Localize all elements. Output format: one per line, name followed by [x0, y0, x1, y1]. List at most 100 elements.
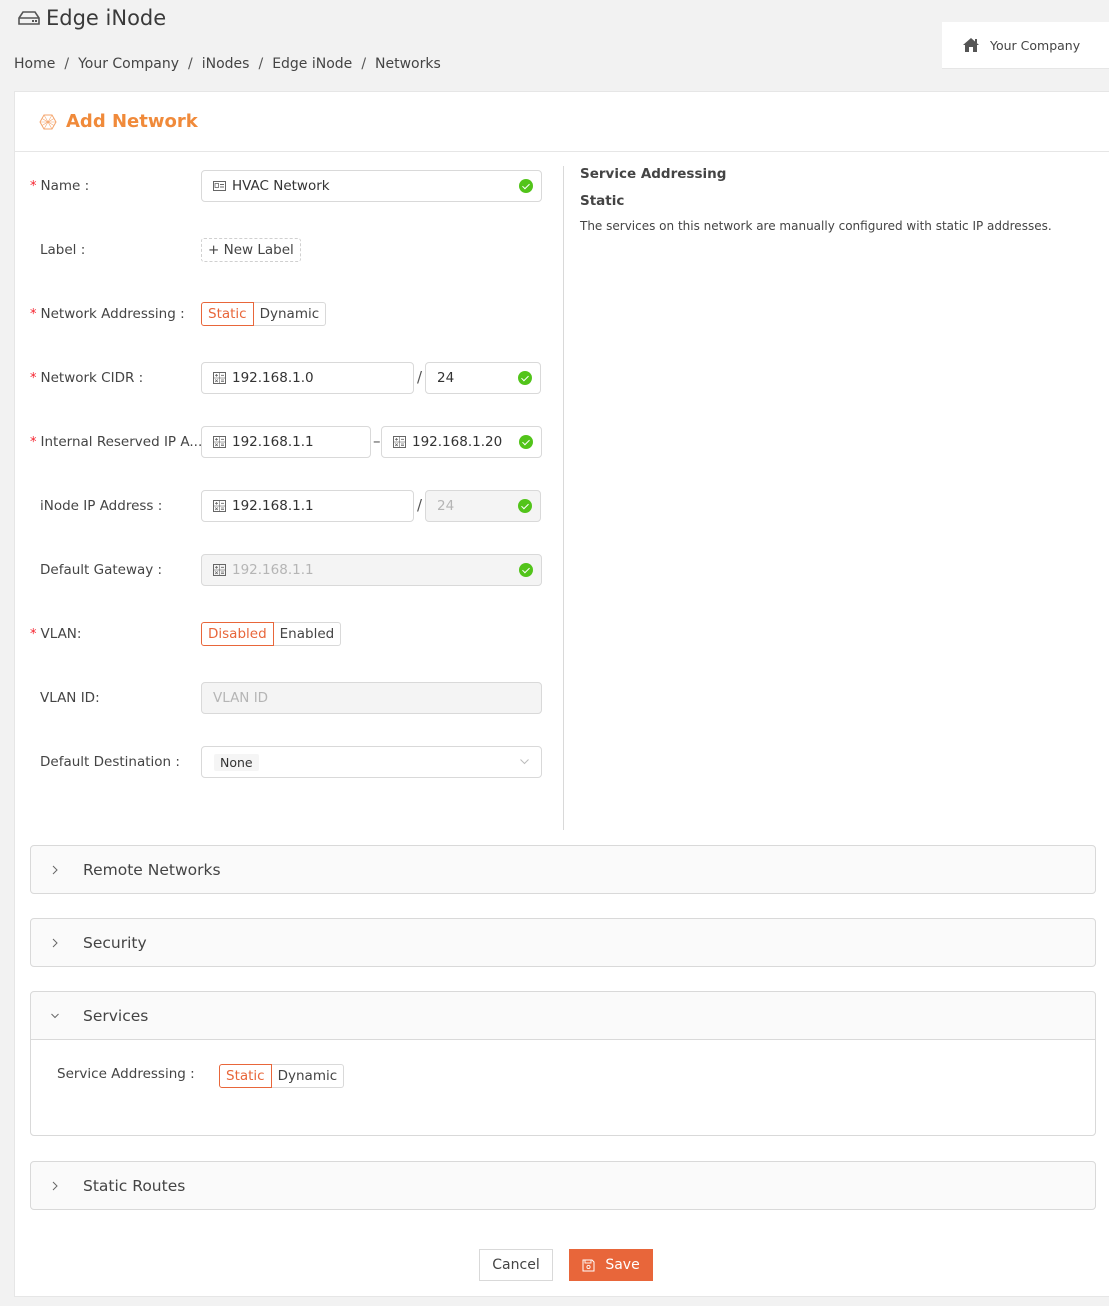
vlan-toggle: Disabled Enabled	[201, 622, 342, 646]
network-addressing-static[interactable]: Static	[201, 302, 254, 326]
service-addressing-static[interactable]: Static	[219, 1064, 272, 1088]
calculator-icon	[213, 436, 226, 448]
calculator-icon	[213, 372, 226, 384]
vlan-label-text: VLAN:	[40, 626, 82, 642]
calculator-icon	[393, 436, 406, 448]
home-icon	[963, 38, 979, 52]
page-title: Edge iNode	[18, 6, 166, 30]
breadcrumb-home[interactable]: Home	[14, 56, 55, 72]
form-footer: Cancel Save	[479, 1249, 653, 1281]
inode-ip-input[interactable]: 192.168.1.1	[201, 490, 414, 522]
panel-body-services: Service Addressing : Static Dynamic	[31, 1039, 1095, 1135]
form-row-name: * Name : HVAC Network	[15, 170, 563, 202]
chevron-down-icon	[520, 759, 529, 765]
network-cidr-label-text: Network CIDR :	[40, 370, 144, 386]
vlan-id-placeholder: VLAN ID	[213, 690, 269, 706]
default-gateway-value: 192.168.1.1	[232, 562, 314, 578]
form-row-label: Label : + New Label	[15, 234, 563, 266]
panel-remote-networks: Remote Networks	[30, 845, 1096, 894]
chevron-right-icon	[52, 938, 58, 947]
panel-header-services[interactable]: Services	[31, 992, 1095, 1039]
panel-security: Security	[30, 918, 1096, 967]
valid-check-icon	[519, 435, 533, 449]
save-icon	[582, 1259, 595, 1271]
vlan-disabled-option[interactable]: Disabled	[201, 622, 274, 646]
panel-title: Remote Networks	[83, 860, 221, 879]
breadcrumb-separator: /	[258, 56, 264, 72]
save-button[interactable]: Save	[569, 1249, 653, 1281]
prefix-separator: /	[417, 496, 423, 514]
cidr-separator: /	[417, 368, 423, 386]
form-row-vlan: * VLAN: Disabled Enabled	[15, 618, 563, 650]
required-marker: *	[30, 435, 37, 450]
service-addressing-dynamic[interactable]: Dynamic	[271, 1064, 345, 1088]
breadcrumb-company[interactable]: Your Company	[78, 56, 179, 72]
reserved-ip-end-input[interactable]: 192.168.1.20	[381, 426, 542, 458]
company-selector[interactable]: Your Company	[942, 22, 1109, 69]
default-destination-label: Default Destination :	[40, 754, 180, 770]
service-addressing-toggle: Static Dynamic	[219, 1064, 345, 1088]
card-title: Add Network	[66, 111, 198, 132]
panel-header-remote-networks[interactable]: Remote Networks	[31, 846, 1095, 893]
valid-check-icon	[519, 179, 533, 193]
form-row-vlan-id: VLAN ID: VLAN ID	[15, 682, 563, 714]
network-addressing-label-text: Network Addressing :	[40, 306, 185, 322]
required-marker: *	[30, 307, 37, 322]
name-input[interactable]: HVAC Network	[201, 170, 542, 202]
panel-static-routes: Static Routes	[30, 1161, 1096, 1210]
service-addressing-label: Service Addressing :	[57, 1066, 195, 1082]
calculator-icon	[213, 500, 226, 512]
default-gateway-input: 192.168.1.1	[201, 554, 542, 586]
label-label: Label :	[40, 242, 86, 258]
vlan-label: * VLAN:	[30, 618, 81, 650]
panel-services: Services Service Addressing : Static Dyn…	[30, 991, 1096, 1136]
breadcrumb-edge-inode[interactable]: Edge iNode	[272, 56, 352, 72]
default-destination-select[interactable]: None	[201, 746, 542, 778]
network-addressing-toggle: Static Dynamic	[201, 302, 327, 326]
reserved-ip-start-input[interactable]: 192.168.1.1	[201, 426, 371, 458]
network-icon	[39, 114, 57, 129]
breadcrumb: Home / Your Company / iNodes / Edge iNod…	[14, 56, 441, 72]
vlan-id-label: VLAN ID:	[40, 690, 100, 706]
vlan-id-input: VLAN ID	[201, 682, 542, 714]
required-marker: *	[30, 371, 37, 386]
add-network-card: Add Network * Name : HVAC Network Label :…	[14, 91, 1109, 1297]
breadcrumb-separator: /	[361, 56, 367, 72]
calculator-icon	[213, 564, 226, 576]
form-row-network-cidr: * Network CIDR : 192.168.1.0 / 24	[15, 362, 563, 394]
help-subheading: Static	[580, 193, 625, 209]
company-name: Your Company	[990, 37, 1081, 53]
breadcrumb-separator: /	[64, 56, 70, 72]
chevron-right-icon	[52, 865, 58, 874]
form-row-inode-ip: iNode IP Address : 192.168.1.1 / 24	[15, 490, 563, 522]
help-text: The services on this network are manuall…	[580, 219, 1052, 233]
name-label-text: Name :	[40, 178, 90, 194]
inode-ip-value: 192.168.1.1	[232, 498, 314, 514]
card-header: Add Network	[15, 92, 1109, 152]
network-cidr-label: * Network CIDR :	[30, 362, 143, 394]
form-row-default-gateway: Default Gateway : 192.168.1.1	[15, 554, 563, 586]
panel-header-security[interactable]: Security	[31, 919, 1095, 966]
cancel-button[interactable]: Cancel	[479, 1249, 553, 1281]
vlan-enabled-option[interactable]: Enabled	[273, 622, 342, 646]
breadcrumb-separator: /	[188, 56, 193, 72]
reserved-ip-end-value: 192.168.1.20	[412, 434, 503, 450]
network-cidr-ip-input[interactable]: 192.168.1.0	[201, 362, 414, 394]
valid-check-icon	[518, 499, 532, 513]
network-addressing-dynamic[interactable]: Dynamic	[253, 302, 327, 326]
chevron-down-icon	[51, 1013, 59, 1018]
reserved-ip-label-text: Internal Reserved IP A...	[40, 434, 203, 450]
network-addressing-label: * Network Addressing :	[30, 298, 185, 330]
reserved-ip-start-value: 192.168.1.1	[232, 434, 314, 450]
network-cidr-prefix-input[interactable]: 24	[425, 362, 541, 394]
panel-header-static-routes[interactable]: Static Routes	[31, 1162, 1095, 1209]
default-gateway-label: Default Gateway :	[40, 562, 163, 578]
panel-title: Security	[83, 933, 147, 952]
new-label-button[interactable]: + New Label	[201, 238, 301, 262]
panel-title: Static Routes	[83, 1176, 186, 1195]
network-cidr-prefix-value: 24	[437, 370, 455, 386]
id-card-icon	[213, 181, 226, 191]
name-value: HVAC Network	[232, 178, 330, 194]
form-row-reserved-ip: * Internal Reserved IP A... 192.168.1.1 –…	[15, 426, 563, 458]
breadcrumb-inodes[interactable]: iNodes	[202, 56, 250, 72]
